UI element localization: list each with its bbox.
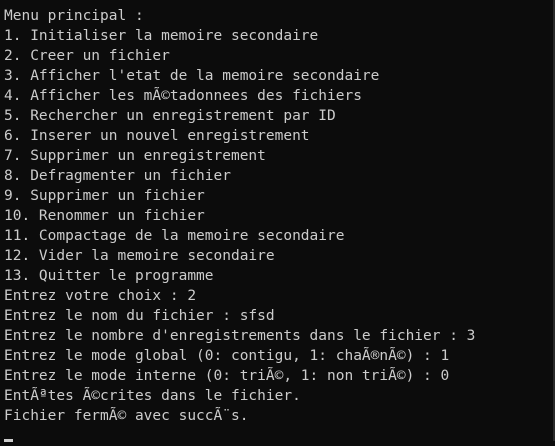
console-output[interactable]: Menu principal : 1. Initialiser la memoi… bbox=[0, 0, 555, 442]
menu-option-3: 3. Afficher l'etat de la memoire seconda… bbox=[4, 68, 380, 84]
record-count-prompt: Entrez le nombre d'enregistrements dans … bbox=[4, 328, 476, 344]
menu-option-5: 5. Rechercher un enregistrement par ID bbox=[4, 108, 336, 124]
file-closed-message: Fichier fermÃ© avec succÃ¨s. bbox=[4, 408, 249, 424]
menu-option-1: 1. Initialiser la memoire secondaire bbox=[4, 28, 319, 44]
menu-option-10: 10. Renommer un fichier bbox=[4, 208, 205, 224]
choice-prompt: Entrez votre choix : 2 bbox=[4, 288, 197, 304]
menu-option-2: 2. Creer un fichier bbox=[4, 48, 170, 64]
headers-written-message: EntÃªtes Ã©crites dans le fichier. bbox=[4, 388, 301, 404]
filename-prompt: Entrez le nom du fichier : sfsd bbox=[4, 308, 275, 324]
menu-option-6: 6. Inserer un nouvel enregistrement bbox=[4, 128, 310, 144]
menu-option-4: 4. Afficher les mÃ©tadonnees des fichier… bbox=[4, 88, 362, 104]
menu-option-8: 8. Defragmenter un fichier bbox=[4, 168, 231, 184]
global-mode-prompt: Entrez le mode global (0: contigu, 1: ch… bbox=[4, 348, 450, 364]
menu-option-9: 9. Supprimer un fichier bbox=[4, 188, 205, 204]
menu-option-13: 13. Quitter le programme bbox=[4, 268, 214, 284]
internal-mode-prompt: Entrez le mode interne (0: triÃ©, 1: non… bbox=[4, 368, 450, 384]
menu-title: Menu principal : bbox=[4, 8, 144, 24]
input-line[interactable] bbox=[4, 426, 553, 446]
menu-option-7: 7. Supprimer un enregistrement bbox=[4, 148, 266, 164]
menu-option-12: 12. Vider la memoire secondaire bbox=[4, 248, 275, 264]
menu-option-11: 11. Compactage de la memoire secondaire bbox=[4, 228, 345, 244]
